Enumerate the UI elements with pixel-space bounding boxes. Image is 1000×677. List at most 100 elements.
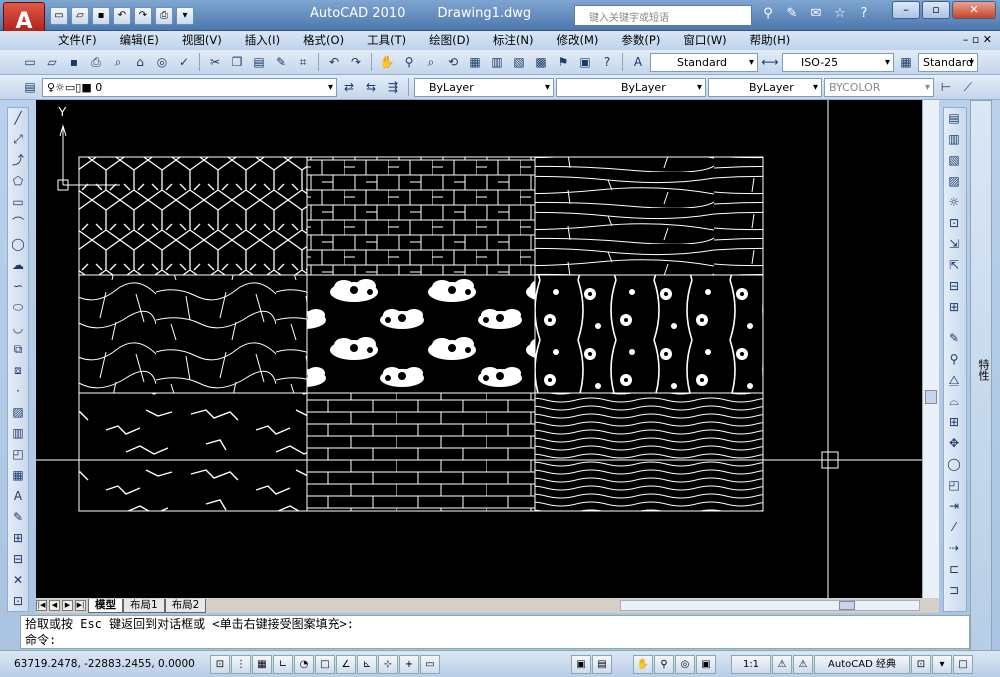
plotstyle-select[interactable]: BYCOLOR bbox=[824, 77, 934, 97]
object-snap-tracking-icon[interactable]: ∠ bbox=[336, 654, 356, 674]
new-icon[interactable]: ▭ bbox=[50, 7, 68, 25]
undo-tool-icon[interactable]: ↶ bbox=[324, 52, 344, 72]
object-snap-icon[interactable]: □ bbox=[315, 654, 335, 674]
match-properties-icon[interactable]: ✎ bbox=[271, 52, 291, 72]
annotation-visibility-icon[interactable]: ⚠ bbox=[772, 654, 792, 674]
copy-object-icon[interactable]: ⚲ bbox=[944, 349, 964, 370]
ellipse-arc-icon[interactable]: ◡ bbox=[8, 318, 28, 339]
help-tool-icon[interactable]: ? bbox=[597, 52, 617, 72]
plot-icon[interactable]: ⎙ bbox=[86, 52, 106, 72]
lineweight-toggle-icon[interactable]: + bbox=[399, 654, 419, 674]
horizontal-scrollbar[interactable] bbox=[620, 600, 920, 611]
command-window[interactable]: 拾取或按 Esc 键返回到对话框或 <单击右键接受图案填充>: 命令: bbox=[20, 615, 970, 649]
hatch-floral-vine[interactable] bbox=[534, 274, 764, 394]
layer-select[interactable]: ♀☼▭▯■ 0 bbox=[42, 77, 337, 97]
tab-layout1[interactable]: 布局1 bbox=[123, 598, 165, 613]
layer-freeze-icon[interactable]: ☼ bbox=[944, 192, 964, 213]
quick-view-layouts-icon[interactable]: ▤ bbox=[592, 654, 612, 674]
polygon-icon[interactable]: ⬠ bbox=[8, 171, 28, 192]
annotation-autoscale-icon[interactable]: ⚠ bbox=[793, 654, 813, 674]
rectangle-icon[interactable]: ▭ bbox=[8, 192, 28, 213]
layer-manager-icon[interactable]: ▤ bbox=[20, 77, 40, 97]
redo-icon[interactable]: ↷ bbox=[134, 7, 152, 25]
design-center-icon[interactable]: ▥ bbox=[487, 52, 507, 72]
hatch-marble-crack[interactable] bbox=[78, 392, 308, 512]
qat-dropdown-icon[interactable]: ▾ bbox=[176, 7, 194, 25]
move-icon[interactable]: ✥ bbox=[944, 433, 964, 454]
dim-style-select[interactable]: ISO-25 bbox=[782, 52, 894, 72]
table-style-icon[interactable]: ▦ bbox=[896, 52, 916, 72]
block-editor-icon[interactable]: ⌗ bbox=[293, 52, 313, 72]
construction-line-icon[interactable]: ⤢ bbox=[8, 129, 28, 150]
menu-parametric[interactable]: 参数(P) bbox=[621, 31, 660, 50]
menu-help[interactable]: 帮助(H) bbox=[750, 31, 791, 50]
zoom-window-icon[interactable]: ⌕ bbox=[421, 52, 441, 72]
make-block-icon[interactable]: ⧈ bbox=[8, 360, 28, 381]
table-icon[interactable]: ▦ bbox=[8, 465, 28, 486]
rotate-icon[interactable]: ◯ bbox=[944, 454, 964, 475]
stretch-icon[interactable]: ⇥ bbox=[944, 496, 964, 517]
zoom-previous-icon[interactable]: ⟲ bbox=[443, 52, 463, 72]
polyline-icon[interactable]: ⤴ bbox=[8, 150, 28, 171]
polar-tracking-icon[interactable]: ◔ bbox=[294, 654, 314, 674]
undo-icon[interactable]: ↶ bbox=[113, 7, 131, 25]
dim-style-icon[interactable]: ⟷ bbox=[760, 52, 780, 72]
coordinates-readout[interactable]: 63719.2478, -22883.2455, 0.0000 bbox=[14, 658, 210, 670]
text-style-icon[interactable]: A bbox=[628, 52, 648, 72]
erase-icon[interactable]: ✎ bbox=[944, 328, 964, 349]
hatch-slate-stone[interactable] bbox=[534, 156, 764, 276]
clean-screen-icon[interactable]: □ bbox=[953, 654, 973, 674]
tab-model[interactable]: 模型 bbox=[88, 598, 123, 613]
line-icon[interactable]: ╱ bbox=[8, 108, 28, 129]
menu-window[interactable]: 窗口(W) bbox=[683, 31, 726, 50]
menu-insert[interactable]: 插入(I) bbox=[245, 31, 280, 50]
properties-icon[interactable]: ▦ bbox=[465, 52, 485, 72]
dynamic-input-icon[interactable]: ⊹ bbox=[378, 654, 398, 674]
layer-tools-icon[interactable]: ▤ bbox=[944, 108, 964, 129]
vertical-scroll-thumb[interactable] bbox=[925, 390, 937, 404]
help-icon[interactable]: ? bbox=[854, 6, 874, 25]
mirror-icon[interactable]: ⧋ bbox=[944, 370, 964, 391]
point-icon[interactable]: · bbox=[8, 381, 28, 402]
copy-icon[interactable]: ❐ bbox=[227, 52, 247, 72]
hatch-cracked-earth[interactable] bbox=[78, 274, 308, 394]
horizontal-scroll-thumb[interactable] bbox=[839, 601, 855, 610]
redo-tool-icon[interactable]: ↷ bbox=[346, 52, 366, 72]
tool-palettes-icon[interactable]: ▧ bbox=[509, 52, 529, 72]
zoom-realtime-icon[interactable]: ⚲ bbox=[399, 52, 419, 72]
multiline-text-icon[interactable]: A bbox=[8, 486, 28, 507]
cut-icon[interactable]: ✂ bbox=[205, 52, 225, 72]
table-style-select[interactable]: Standard bbox=[918, 52, 978, 72]
break-icon[interactable]: ⊏ bbox=[944, 559, 964, 580]
gradient-icon[interactable]: ▥ bbox=[8, 423, 28, 444]
hatch-islamic-star[interactable] bbox=[78, 156, 308, 276]
color-select[interactable]: ByLayer bbox=[414, 77, 554, 97]
minimize-button[interactable]: – bbox=[892, 1, 920, 19]
save-file-icon[interactable]: ▪ bbox=[64, 52, 84, 72]
insert-block-icon[interactable]: ⧉ bbox=[8, 339, 28, 360]
menu-modify[interactable]: 修改(M) bbox=[557, 31, 599, 50]
etransmit-icon[interactable]: ✓ bbox=[174, 52, 194, 72]
attdef-icon[interactable]: ⊞ bbox=[8, 528, 28, 549]
layer-walk-icon[interactable]: ⇲ bbox=[944, 234, 964, 255]
showmotion-icon[interactable]: ▣ bbox=[696, 654, 716, 674]
menu-tools[interactable]: 工具(T) bbox=[367, 31, 406, 50]
layer-states-icon[interactable]: ⇶ bbox=[383, 77, 403, 97]
layer-iso-icon[interactable]: ▧ bbox=[944, 150, 964, 171]
communication-icon[interactable]: ✉ bbox=[806, 6, 826, 25]
text-style-select[interactable]: Standard bbox=[650, 52, 758, 72]
hatch-running-bond[interactable] bbox=[306, 392, 536, 512]
array-icon[interactable]: ⊞ bbox=[944, 412, 964, 433]
annotation-scale-select[interactable]: 1:1 bbox=[731, 654, 771, 674]
layer-off-icon[interactable]: ▨ bbox=[944, 171, 964, 192]
paste-icon[interactable]: ▤ bbox=[249, 52, 269, 72]
pan-icon[interactable]: ✋ bbox=[377, 52, 397, 72]
menu-draw[interactable]: 绘图(D) bbox=[429, 31, 470, 50]
extend-icon[interactable]: ⇢ bbox=[944, 538, 964, 559]
trim-icon[interactable]: ⁄ bbox=[944, 517, 964, 538]
layer-merge-icon[interactable]: ⇱ bbox=[944, 255, 964, 276]
layer-delete-icon[interactable]: ⊟ bbox=[944, 276, 964, 297]
next-tab-icon[interactable]: ▶ bbox=[62, 600, 73, 611]
lineweight-select[interactable]: ByLayer bbox=[708, 77, 822, 97]
last-tab-icon[interactable]: ▶| bbox=[75, 600, 86, 611]
